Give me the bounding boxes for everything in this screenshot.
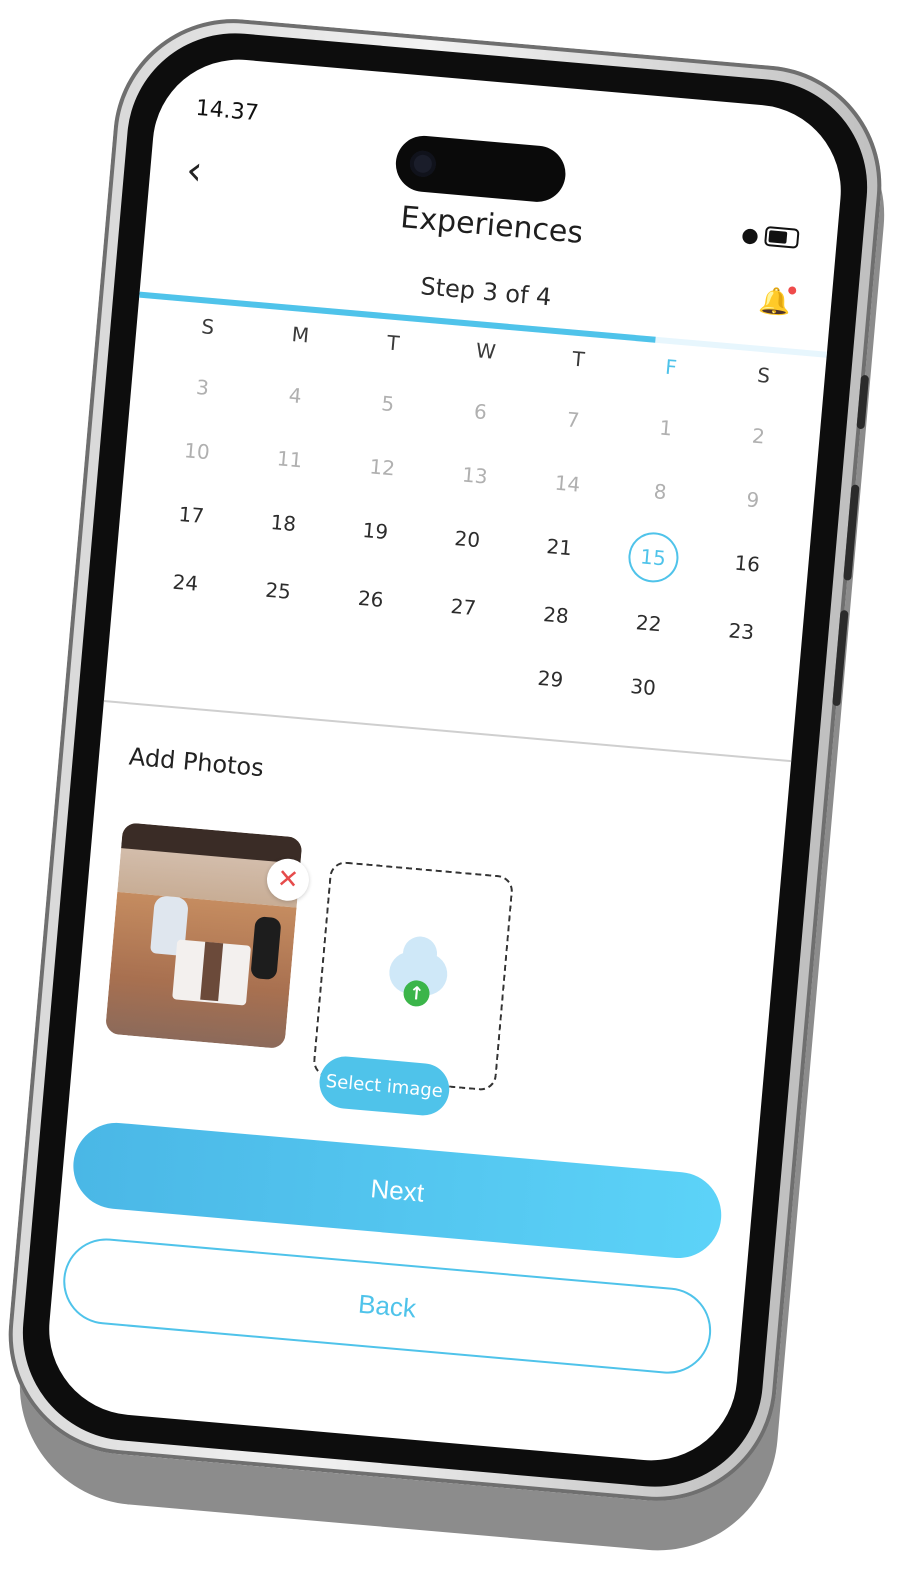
calendar-day[interactable]: 26 [338, 578, 403, 619]
screen: 14.37 ● ‹ Experiences 🔔 Step 3 of 4 SMTW… [42, 52, 848, 1468]
calendar-day[interactable]: 2 [726, 415, 791, 456]
volume-up-button [843, 484, 860, 581]
calendar-day[interactable]: 6 [448, 391, 513, 432]
calendar-day[interactable]: 3 [170, 367, 235, 408]
calendar-day[interactable]: 18 [251, 502, 316, 543]
calendar-day[interactable]: 13 [442, 455, 507, 496]
weekday-label: F [664, 354, 678, 380]
calendar-day[interactable]: 19 [343, 510, 408, 551]
calendar-day[interactable]: 22 [616, 603, 681, 644]
calendar-day [703, 674, 768, 715]
calendar: SMTWTFS 3 4 5 6 7 1 2 10 11 12 13 14 8 9 17 18 19 20 21 15 1… [145, 309, 796, 744]
photo-thumbnail[interactable] [104, 822, 303, 1050]
status-time: 14.37 [194, 95, 260, 127]
calendar-day-selected[interactable]: 15 [626, 530, 681, 585]
calendar-day[interactable]: 27 [431, 586, 496, 627]
calendar-day[interactable]: 12 [350, 447, 415, 488]
calendar-day[interactable]: 5 [355, 383, 420, 424]
volume-down-button [832, 609, 849, 707]
weekday-label: S [756, 362, 772, 388]
calendar-day [240, 634, 305, 675]
weekday-label: S [200, 314, 216, 340]
calendar-day[interactable]: 20 [435, 518, 500, 559]
back-button[interactable]: Back [59, 1234, 715, 1378]
calendar-day[interactable]: 4 [263, 375, 328, 416]
calendar-day[interactable]: 30 [611, 666, 676, 707]
calendar-day[interactable]: 8 [628, 471, 693, 512]
calendar-day[interactable]: 16 [715, 543, 780, 584]
calendar-day [147, 626, 212, 667]
calendar-day [425, 650, 490, 691]
weekday-label: T [386, 330, 401, 356]
phone-bezel: 14.37 ● ‹ Experiences 🔔 Step 3 of 4 SMTW… [13, 24, 877, 1496]
notification-dot [787, 286, 797, 295]
calendar-day[interactable]: 28 [524, 594, 589, 635]
calendar-days: 3 4 5 6 7 1 2 10 11 12 13 14 8 9 17 18 19 20 21 15 16 24 25 26 2… [147, 367, 790, 716]
calendar-day[interactable]: 7 [541, 399, 606, 440]
phone-frame: 14.37 ● ‹ Experiences 🔔 Step 3 of 4 SMTW… [0, 9, 892, 1511]
add-photos-label: Add Photos [127, 742, 265, 783]
calendar-day[interactable]: 1 [633, 407, 698, 448]
weekday-label: W [474, 338, 497, 364]
calendar-day[interactable]: 9 [720, 479, 785, 520]
select-image-button[interactable]: Select image [317, 1054, 452, 1118]
calendar-day[interactable]: 10 [165, 431, 230, 472]
calendar-day[interactable]: 17 [159, 494, 224, 535]
calendar-day[interactable]: 11 [257, 439, 322, 480]
calendar-day [333, 642, 398, 683]
calendar-day[interactable]: 29 [518, 658, 583, 699]
weekday-label: T [571, 346, 586, 372]
calendar-day[interactable]: 21 [527, 527, 592, 568]
calendar-day[interactable]: 23 [709, 611, 774, 652]
calendar-day[interactable]: 25 [246, 570, 311, 611]
dynamic-island [393, 133, 568, 205]
calendar-day[interactable]: 14 [535, 463, 600, 504]
weekday-label: M [290, 322, 311, 348]
camera-icon [408, 149, 437, 178]
next-button[interactable]: Next [69, 1119, 725, 1262]
calendar-day[interactable]: 24 [153, 562, 218, 603]
